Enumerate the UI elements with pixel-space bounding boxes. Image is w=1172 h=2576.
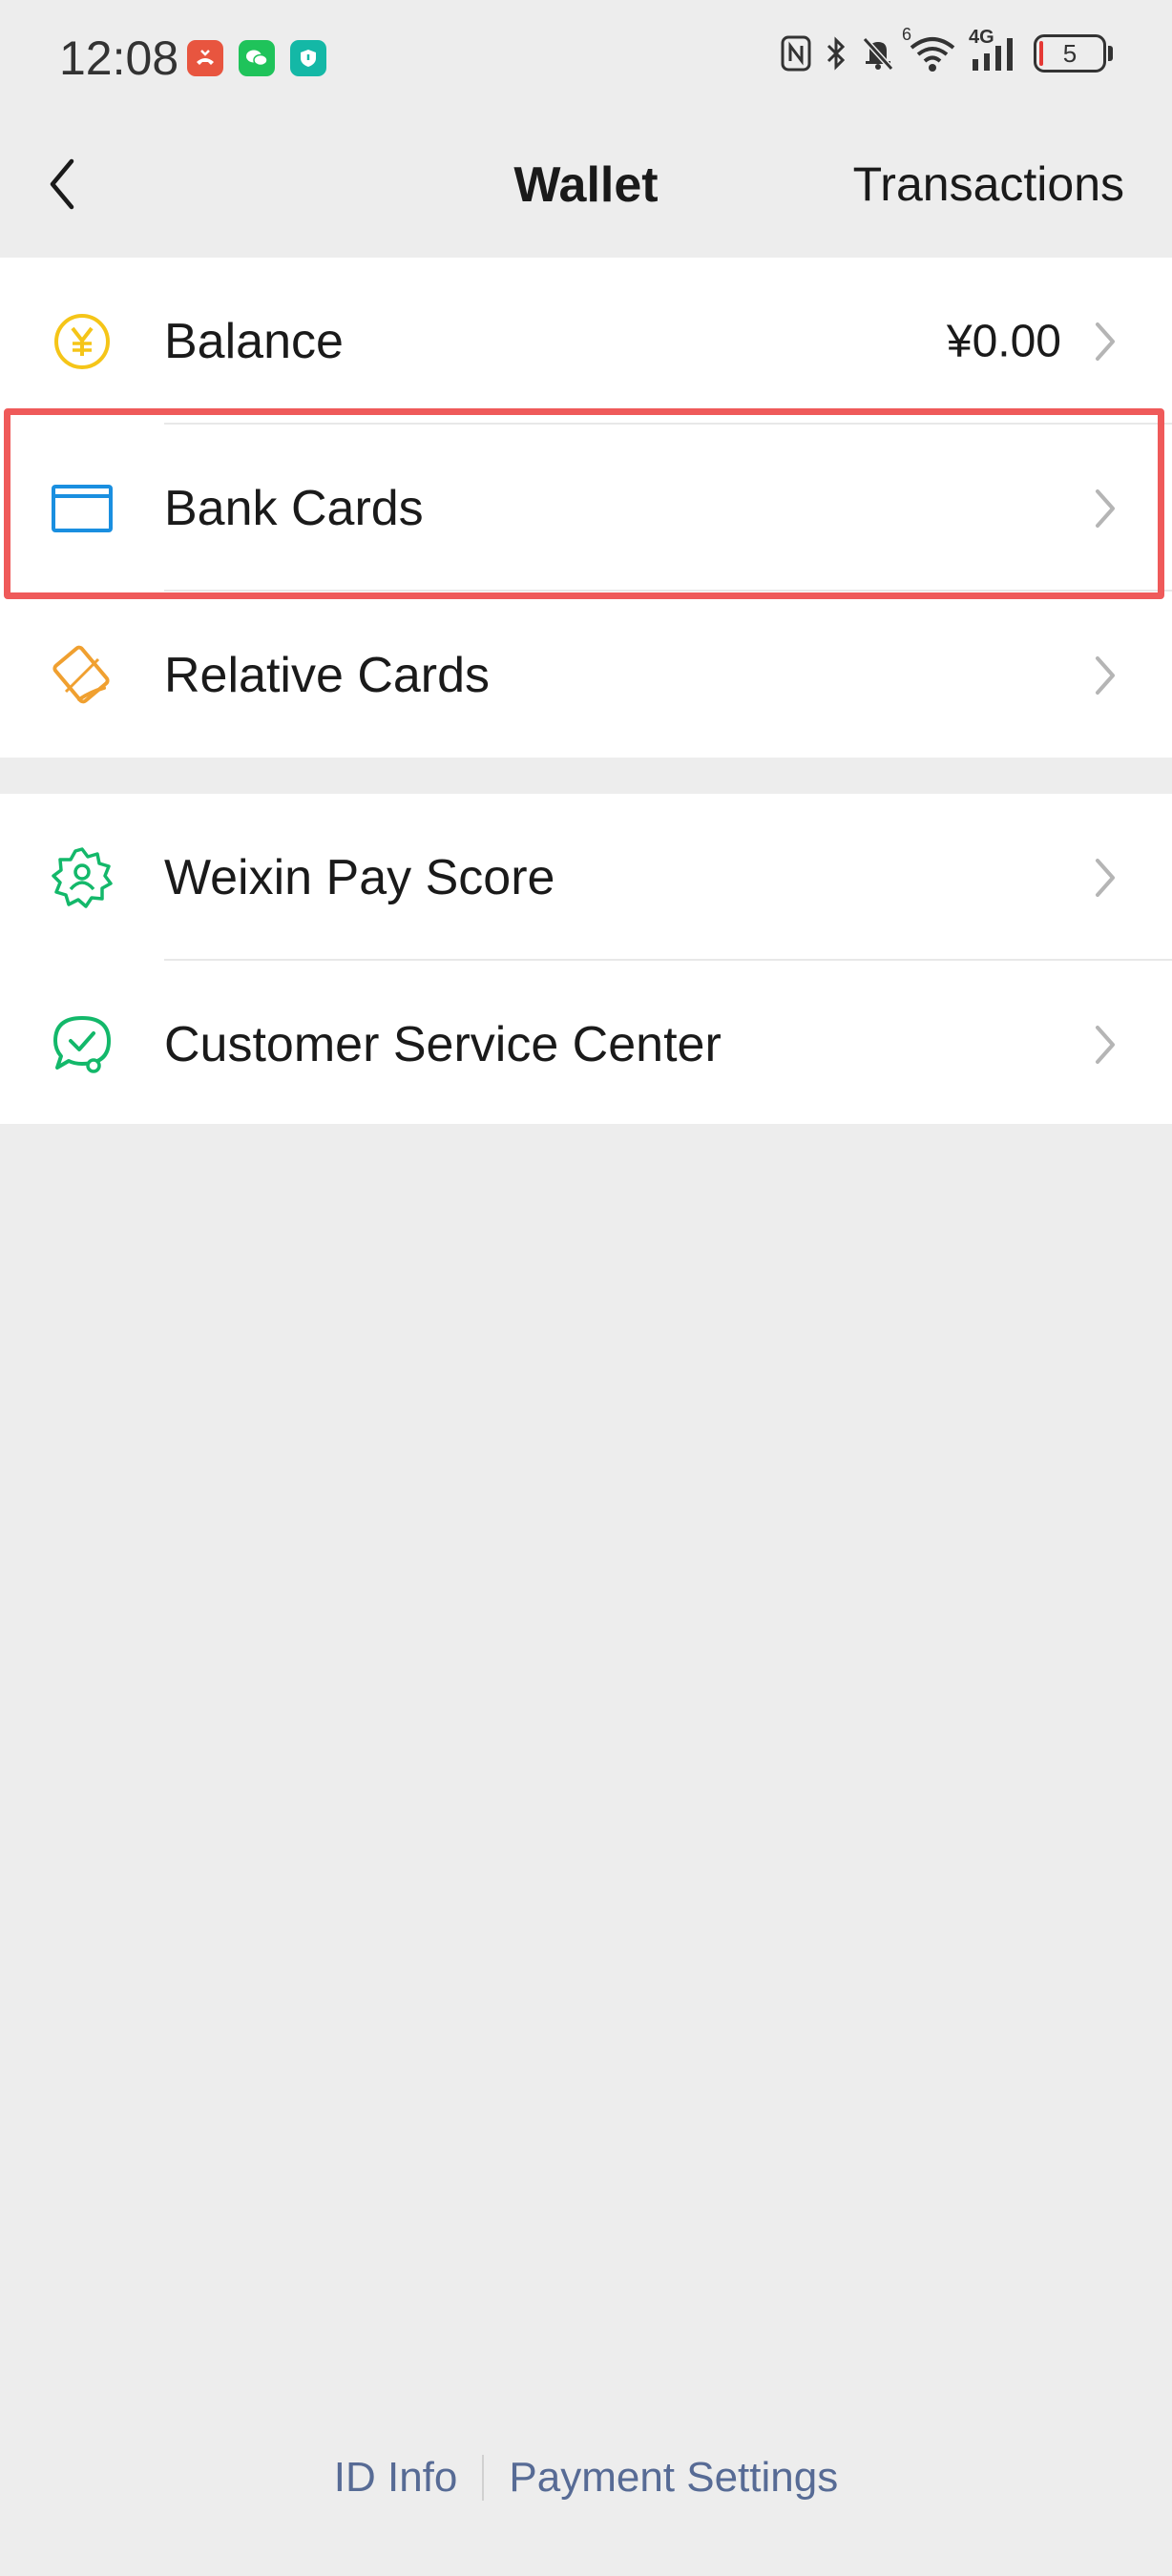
- network-type: 4G: [969, 27, 994, 48]
- nav-bar: Wallet Transactions: [0, 114, 1172, 258]
- chevron-right-icon: [1086, 317, 1124, 366]
- pay-score-row[interactable]: Weixin Pay Score: [0, 794, 1172, 961]
- bank-cards-row[interactable]: Bank Cards: [0, 425, 1172, 592]
- footer-links: ID Info Payment Settings: [0, 2454, 1172, 2502]
- chevron-right-icon: [1086, 1020, 1124, 1070]
- notification-icons: [187, 40, 326, 76]
- wifi-icon: [910, 37, 955, 72]
- customer-service-label: Customer Service Center: [164, 1016, 722, 1072]
- bank-card-icon: [48, 474, 116, 543]
- relative-cards-icon: [48, 641, 116, 710]
- chevron-right-icon: [1086, 651, 1124, 700]
- payment-settings-link[interactable]: Payment Settings: [509, 2454, 838, 2502]
- pay-score-icon: [48, 843, 116, 912]
- battery-tip: [1108, 46, 1113, 61]
- pay-score-label: Weixin Pay Score: [164, 849, 555, 905]
- battery-level: [1039, 41, 1043, 66]
- wifi-badge: 6: [902, 25, 912, 44]
- status-bar: 12:08 6 4G 5: [0, 0, 1172, 114]
- system-status-icons: 6 4G 5: [780, 25, 1113, 73]
- relative-cards-row[interactable]: Relative Cards: [0, 592, 1172, 758]
- balance-value: ¥0.00: [946, 316, 1061, 366]
- wallet-group-primary: Balance ¥0.00 Bank Cards Relative Cards: [0, 258, 1172, 758]
- nfc-icon: [781, 35, 811, 72]
- wallet-group-services: Weixin Pay Score Customer Service Center: [0, 794, 1172, 1124]
- battery-indicator: 5: [1034, 34, 1113, 73]
- chevron-right-icon: [1086, 853, 1124, 903]
- bank-cards-label: Bank Cards: [164, 480, 424, 536]
- status-time: 12:08: [59, 31, 179, 85]
- yuan-coin-icon: [48, 307, 116, 376]
- id-info-link[interactable]: ID Info: [334, 2454, 458, 2502]
- battery-percent: 5: [1062, 38, 1078, 68]
- battery-icon: 5: [1034, 34, 1106, 73]
- missed-call-icon: [187, 40, 223, 76]
- cellular-indicator: 4G: [969, 27, 1022, 73]
- bluetooth-icon: [827, 36, 846, 71]
- chevron-right-icon: [1086, 484, 1124, 533]
- wechat-icon: [239, 40, 275, 76]
- customer-service-row[interactable]: Customer Service Center: [0, 961, 1172, 1128]
- customer-service-icon: [48, 1010, 116, 1079]
- transactions-button[interactable]: Transactions: [853, 156, 1124, 212]
- relative-cards-label: Relative Cards: [164, 647, 491, 703]
- security-shield-icon: [290, 40, 326, 76]
- balance-label: Balance: [164, 313, 344, 369]
- balance-row[interactable]: Balance ¥0.00: [0, 258, 1172, 425]
- wifi-indicator: 6: [902, 25, 957, 73]
- footer-separator: [482, 2455, 485, 2501]
- mute-bell-icon: [862, 36, 894, 72]
